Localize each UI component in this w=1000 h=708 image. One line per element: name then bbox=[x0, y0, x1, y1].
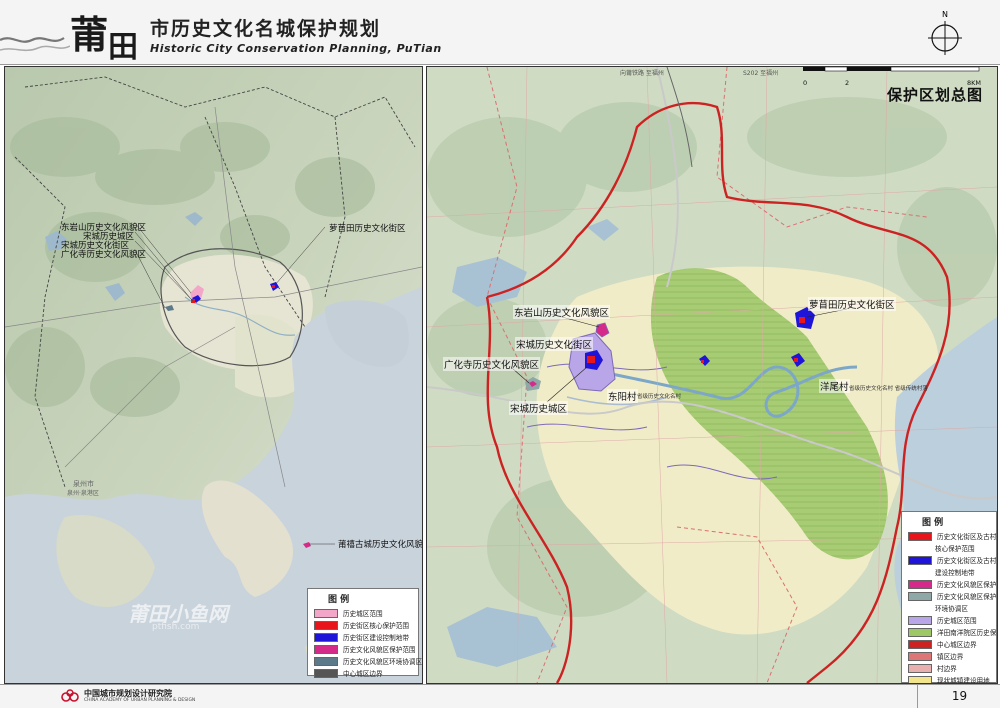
label-dongyanshan: 东岩山历史文化风貌区 bbox=[513, 305, 611, 319]
right-legend-swatch bbox=[908, 615, 932, 625]
page-number: 19 bbox=[917, 685, 1000, 708]
right-legend-swatch bbox=[908, 531, 932, 541]
label-guanghuasi: 广化寺历史文化风貌区 bbox=[61, 250, 147, 260]
footer-bar: 中国城市规划设计研究院 CHINA ACADEMY OF URBAN PLANN… bbox=[0, 684, 1000, 708]
left-legend-row: 历史文化风貌区环境协调区 bbox=[308, 655, 422, 667]
right-legend-title: 图 例 bbox=[922, 518, 944, 528]
right-legend-label: 现状城镇建设用地 bbox=[937, 677, 990, 684]
left-legend-label: 历史城区范围 bbox=[343, 610, 383, 618]
label-yangwei: 洋尾村 bbox=[819, 379, 850, 393]
right-legend-swatch bbox=[908, 591, 932, 601]
scale-tick-0: 0 bbox=[803, 79, 808, 87]
right-legend-label: 历史文化街区及古村落 bbox=[937, 557, 998, 565]
label-guanghuasi: 广化寺历史文化风貌区 bbox=[443, 357, 541, 371]
right-legend-label: 洋田南洋院区历史保护区 bbox=[937, 629, 997, 637]
header-bar: 莆 田 市历史文化名城保护规划 Historic City Conservati… bbox=[0, 0, 1000, 65]
left-legend-label: 历史文化风貌区保护范围 bbox=[343, 646, 416, 654]
right-legend-label: 历史文化风貌区保护范围 bbox=[937, 581, 997, 589]
left-legend-swatch bbox=[314, 668, 338, 678]
left-legend-label: 历史街区核心保护范围 bbox=[343, 622, 409, 630]
left-legend-label: 历史文化风貌区环境协调区 bbox=[343, 658, 423, 666]
left-legend-swatch bbox=[314, 656, 338, 666]
logo-char-pu: 莆 bbox=[70, 12, 108, 57]
label-dongyang-sub: 省级历史文化名村 bbox=[637, 394, 682, 400]
logo-char-tian: 田 bbox=[108, 30, 138, 65]
map-title: 保护区划总图 bbox=[886, 86, 983, 104]
page-subtitle: Historic City Conservation Planning, PuT… bbox=[150, 42, 442, 55]
scale-tick-8: 8KM bbox=[967, 79, 982, 87]
scale-tick-2: 2 bbox=[845, 79, 850, 87]
left-legend-row: 历史街区核心保护范围 bbox=[308, 619, 418, 631]
regional-map-panel: 东岩山历史文化风貌区 宋城历史城区 宋城历史文化街区 广化寺历史文化风貌区 萝苜… bbox=[4, 66, 423, 684]
right-legend-row: 历史城区范围 bbox=[902, 614, 996, 626]
right-legend-label: 历史文化街区及古村落 bbox=[937, 533, 998, 541]
label-quanzhou-en: 泉州·泉港区 bbox=[67, 490, 99, 497]
right-legend-row: 中心城区边界 bbox=[902, 638, 996, 650]
right-legend-row: 现状城镇建设用地 bbox=[902, 674, 996, 684]
right-legend-row: 洋田南洋院区历史保护区 bbox=[902, 626, 997, 638]
north-arrow-icon: N bbox=[928, 10, 962, 55]
right-legend-row: 历史文化街区及古村落 bbox=[902, 530, 998, 542]
road-label-s202: S202 至福州 bbox=[743, 70, 779, 77]
left-legend-title: 图 例 bbox=[328, 595, 350, 605]
right-legend: 图 例 历史文化街区及古村落 核心保护范围 历史文化街区及古村落 建设控制地带 历史文化… bbox=[901, 511, 997, 683]
right-legend-swatch bbox=[908, 651, 932, 661]
right-legend-swatch bbox=[908, 639, 932, 649]
right-legend-row: 核心保护范围 bbox=[902, 542, 996, 554]
scale-bar-graphic bbox=[803, 67, 980, 72]
left-legend-row: 历史文化风貌区保护范围 bbox=[308, 643, 418, 655]
left-legend-label: 历史街区建设控制地带 bbox=[343, 634, 409, 642]
right-legend-swatch bbox=[908, 663, 932, 673]
right-legend-label: 历史城区范围 bbox=[937, 617, 977, 625]
label-yangwei-sub: 省级历史文化名村 省级传统村落 bbox=[849, 386, 928, 392]
label-luoyuantian: 萝苜田历史文化街区 bbox=[808, 297, 896, 311]
left-legend-swatch bbox=[314, 608, 338, 618]
right-legend-swatch bbox=[908, 579, 932, 589]
right-legend-row: 历史文化风貌区保护区 bbox=[902, 590, 998, 602]
right-legend-swatch bbox=[908, 605, 930, 612]
left-legend-swatch bbox=[314, 632, 338, 642]
right-legend-row: 历史文化风貌区保护范围 bbox=[902, 578, 997, 590]
right-legend-swatch bbox=[908, 627, 932, 637]
right-legend-row: 村边界 bbox=[902, 662, 996, 674]
right-legend-label: 历史文化风貌区保护区 bbox=[937, 593, 998, 601]
right-legend-label: 建设控制地带 bbox=[935, 569, 975, 577]
right-legend-label: 核心保护范围 bbox=[935, 545, 975, 553]
river-brush-decoration bbox=[0, 37, 70, 52]
left-legend: 图 例 历史城区范围历史街区核心保护范围 历史街区建设控制地带 历史文化风貌区保护范… bbox=[307, 588, 422, 679]
right-legend-row: 环境协调区 bbox=[902, 602, 996, 614]
right-legend-swatch bbox=[908, 555, 932, 565]
right-legend-label: 镇区边界 bbox=[937, 653, 964, 661]
scale-bar: 0 1 2 4 8KM bbox=[803, 67, 983, 87]
right-legend-row: 镇区边界 bbox=[902, 650, 996, 662]
right-legend-swatch bbox=[908, 675, 932, 683]
right-legend-label: 环境协调区 bbox=[935, 605, 968, 613]
conservation-map-panel: 保护区划总图 0 1 2 4 8KM 向莆铁路 至福州 S202 至福州 东岩山… bbox=[426, 66, 998, 684]
left-legend-swatch bbox=[314, 644, 338, 654]
caupd-logo-icon bbox=[61, 689, 79, 702]
label-puxi: 莆禧古城历史文化风貌区 bbox=[338, 540, 423, 550]
left-legend-row: 历史街区建设控制地带 bbox=[308, 631, 418, 643]
label-songcheng-hist: 宋城历史城区 bbox=[509, 401, 569, 415]
road-label-rail: 向莆铁路 至福州 bbox=[620, 70, 664, 77]
left-legend-swatch bbox=[314, 620, 338, 630]
label-luoyuantian: 萝苜田历史文化街区 bbox=[329, 224, 406, 234]
left-legend-row: 历史城区范围 bbox=[308, 607, 418, 619]
left-legend-row: 中心城区边界 bbox=[308, 667, 418, 679]
right-legend-label: 村边界 bbox=[937, 665, 957, 673]
page-title: 市历史文化名城保护规划 bbox=[150, 18, 382, 40]
right-legend-swatch bbox=[908, 569, 930, 576]
right-legend-row: 历史文化街区及古村落 bbox=[902, 554, 998, 566]
label-songcheng-street: 宋城历史文化街区 bbox=[515, 337, 594, 351]
right-legend-row: 建设控制地带 bbox=[902, 566, 996, 578]
footer-org-en: CHINA ACADEMY OF URBAN PLANNING & DESIGN bbox=[84, 698, 196, 703]
watermark-url: ptfish.com bbox=[152, 622, 200, 632]
right-legend-label: 中心城区边界 bbox=[937, 641, 977, 649]
right-legend-swatch bbox=[908, 545, 930, 552]
label-dongyangcun: 东阳村 bbox=[607, 389, 638, 403]
north-label: N bbox=[942, 10, 948, 19]
left-legend-label: 中心城区边界 bbox=[343, 670, 383, 678]
